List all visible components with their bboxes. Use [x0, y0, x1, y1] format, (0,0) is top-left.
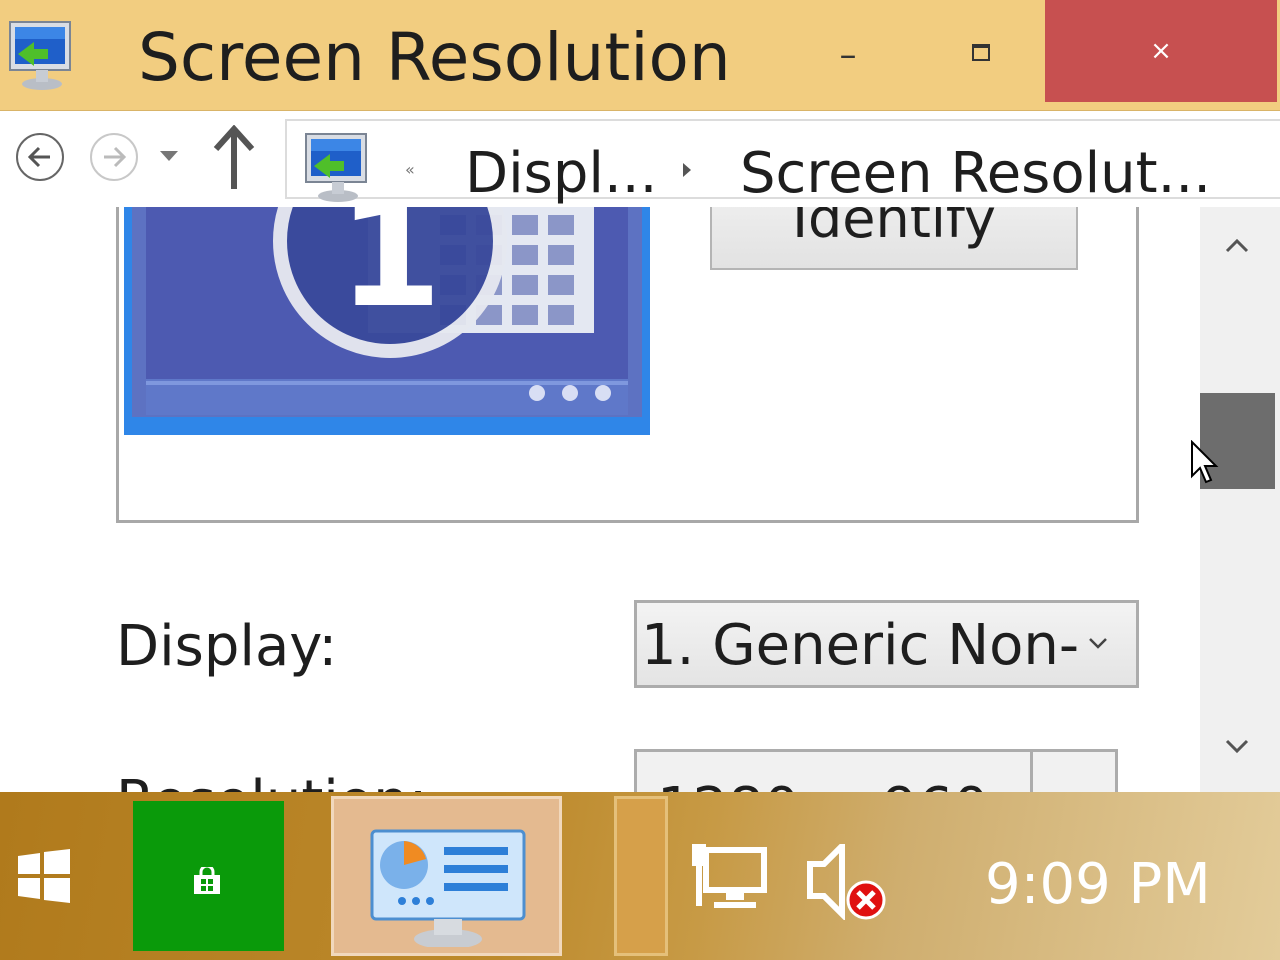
network-icon[interactable]: [690, 844, 770, 912]
display-settings-icon[interactable]: [4, 18, 76, 94]
window-title: Screen Resolution: [138, 19, 731, 96]
close-button[interactable]: ×: [1045, 0, 1277, 102]
arrow-right-icon: [104, 146, 127, 168]
resolution-dropdown-value: 1280 × 960: [657, 776, 989, 792]
taskbar: 9:09 PM: [0, 792, 1280, 960]
forward-button[interactable]: [90, 133, 138, 181]
control-panel-taskbar-button[interactable]: [331, 796, 562, 956]
taskbar-overflow-button[interactable]: [614, 796, 668, 956]
vertical-scrollbar[interactable]: [1200, 207, 1280, 792]
recent-locations-chevron-icon[interactable]: [158, 149, 180, 163]
back-button[interactable]: [16, 133, 64, 181]
display-label: Display:: [116, 614, 338, 679]
monitor-1-icon[interactable]: 1: [124, 207, 654, 437]
display-dropdown[interactable]: 1. Generic Non-: [634, 600, 1139, 688]
content-area: 1 Identify Display: 1. Generic Non- Reso…: [0, 207, 1200, 792]
minimize-button[interactable]: –: [820, 20, 876, 90]
maximize-button[interactable]: [952, 20, 1008, 90]
breadcrumb-screen-resolution[interactable]: Screen Resolut...: [740, 141, 1211, 207]
mouse-cursor-icon: [1191, 440, 1219, 484]
title-bar: Screen Resolution – ×: [0, 0, 1280, 111]
store-bag-icon: [194, 867, 220, 894]
scroll-up-arrow-icon[interactable]: [1224, 237, 1250, 255]
resolution-dropdown[interactable]: 1280 × 960: [634, 749, 1118, 792]
taskbar-clock[interactable]: 9:09 PM: [985, 850, 1211, 920]
up-arrow-icon[interactable]: [210, 125, 258, 191]
monitor-number: 1: [338, 207, 442, 341]
display-location-icon: [300, 130, 372, 206]
identify-button[interactable]: Identify: [710, 207, 1078, 270]
windows-start-icon[interactable]: [16, 848, 72, 904]
display-dropdown-value: 1. Generic Non-: [641, 613, 1080, 678]
resolution-dropdown-divider: [1030, 752, 1033, 792]
arrow-left-icon: [27, 146, 50, 168]
chevron-down-icon: [1089, 638, 1107, 649]
control-panel-icon: [370, 829, 526, 947]
breadcrumb-display[interactable]: Displ...: [465, 141, 657, 207]
breadcrumb-separator-icon[interactable]: [680, 160, 694, 180]
store-app-button[interactable]: [133, 801, 284, 951]
volume-muted-icon[interactable]: [806, 844, 888, 920]
resolution-label: Resolution:: [116, 767, 427, 792]
restore-icon: [972, 44, 990, 61]
scroll-down-arrow-icon[interactable]: [1224, 737, 1250, 755]
breadcrumb-overflow[interactable]: «: [405, 160, 415, 179]
